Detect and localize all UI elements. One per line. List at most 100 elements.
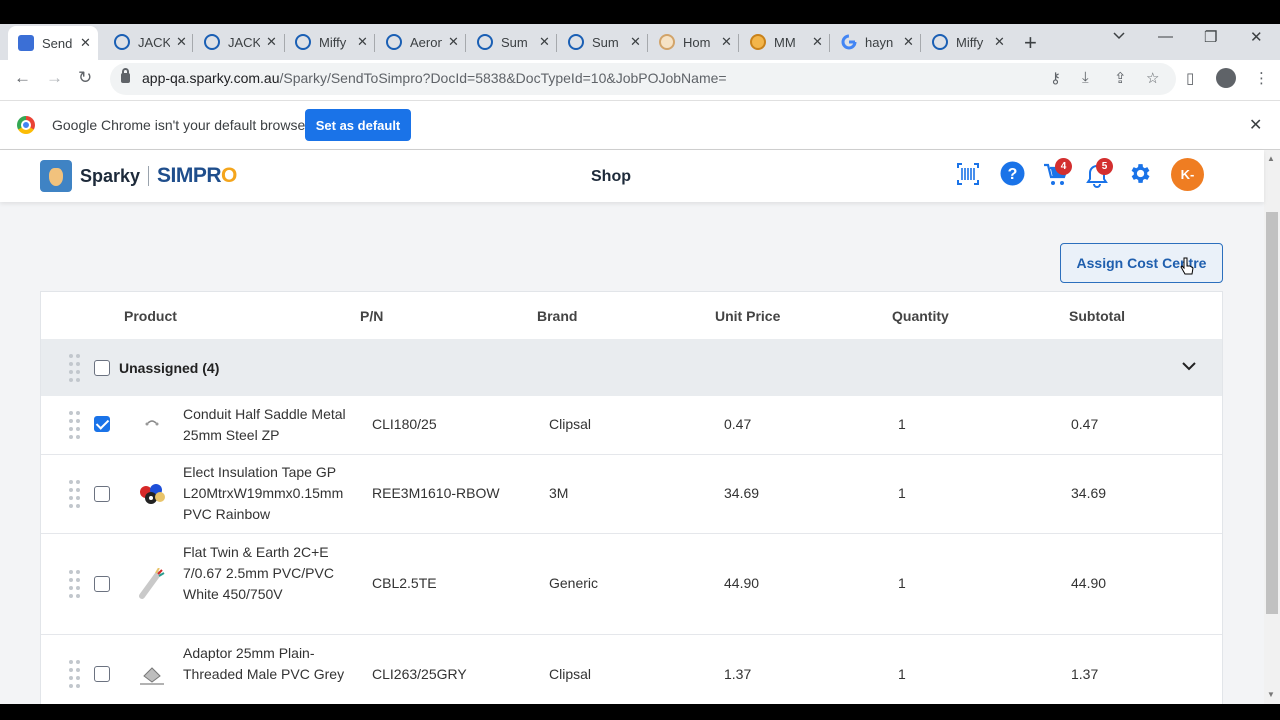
- tab-jack-2[interactable]: JACK ✕: [194, 28, 282, 56]
- forward-icon[interactable]: →: [46, 68, 63, 88]
- close-icon[interactable]: ✕: [266, 34, 277, 50]
- brand-simpro: SIMPRO: [157, 164, 237, 188]
- scroll-down-arrow-icon[interactable]: ▼: [1267, 690, 1275, 699]
- brand-simpro-o: O: [221, 164, 237, 187]
- side-panel-icon[interactable]: ▯: [1186, 69, 1194, 87]
- sparky-favicon-icon: [18, 35, 34, 51]
- column-header-pn[interactable]: P/N: [360, 308, 383, 324]
- column-header-quantity[interactable]: Quantity: [892, 308, 949, 324]
- tab-separator: [556, 34, 557, 52]
- product-name[interactable]: Flat Twin & Earth 2C+E 7/0.67 2.5mm PVC/…: [183, 542, 358, 605]
- back-icon[interactable]: ←: [14, 68, 31, 88]
- tab-sum-1[interactable]: Sum ✕: [467, 28, 555, 56]
- brand-sparky: Sparky: [80, 166, 141, 186]
- product-subtotal: 44.90: [1071, 575, 1107, 591]
- scroll-up-arrow-icon[interactable]: ▲: [1267, 154, 1275, 163]
- link-favicon-icon: [386, 34, 402, 50]
- group-checkbox[interactable]: [94, 360, 110, 376]
- url-text[interactable]: app-qa.sparky.com.au/Sparky/SendToSimpro…: [142, 70, 727, 86]
- product-image-adaptor-icon: [140, 667, 164, 685]
- product-image-saddle-icon: [145, 420, 159, 426]
- minimize-icon[interactable]: —: [1158, 28, 1173, 45]
- row-checkbox[interactable]: [94, 576, 110, 592]
- tab-aeron[interactable]: Aeron ✕: [376, 28, 464, 56]
- drag-handle-icon[interactable]: [69, 480, 81, 508]
- settings-gear-icon[interactable]: [1127, 161, 1152, 191]
- tab-sum-2[interactable]: Sum ✕: [558, 28, 646, 56]
- chevron-down-icon[interactable]: [1181, 358, 1197, 374]
- infobar-close-icon[interactable]: ✕: [1249, 115, 1262, 135]
- tab-separator: [374, 34, 375, 52]
- close-icon[interactable]: ✕: [357, 34, 368, 50]
- close-icon[interactable]: ✕: [539, 34, 550, 50]
- tab-mm[interactable]: MM ✕: [740, 28, 828, 56]
- tab-label: hayn: [865, 34, 894, 50]
- reload-icon[interactable]: ↻: [78, 68, 92, 88]
- bottom-bar: [0, 704, 1280, 720]
- tab-search-chevron-icon[interactable]: [1112, 28, 1126, 46]
- row-checkbox[interactable]: [94, 666, 110, 682]
- close-icon[interactable]: ✕: [630, 34, 641, 50]
- assign-cost-centre-button[interactable]: Assign Cost Centre: [1060, 243, 1223, 283]
- sparky-dog-logo-icon[interactable]: [40, 160, 72, 192]
- drag-handle-icon[interactable]: [69, 411, 81, 439]
- profile-icon[interactable]: [1216, 68, 1236, 88]
- close-icon[interactable]: ✕: [994, 34, 1005, 50]
- key-icon[interactable]: ⚷: [1050, 69, 1061, 87]
- link-favicon-icon: [295, 34, 311, 50]
- user-avatar[interactable]: K-: [1171, 158, 1204, 191]
- tab-home[interactable]: Hom ✕: [649, 28, 737, 56]
- help-icon[interactable]: ?: [1000, 161, 1025, 191]
- tab-separator: [829, 34, 830, 52]
- product-name[interactable]: Adaptor 25mm Plain-Threaded Male PVC Gre…: [183, 643, 358, 685]
- menu-kebab-icon[interactable]: ⋮: [1254, 69, 1269, 87]
- product-quantity[interactable]: 1: [898, 664, 906, 685]
- tab-jack-1[interactable]: JACK ✕: [104, 28, 192, 56]
- product-pn: CLI263/25GRY: [372, 666, 467, 682]
- tab-google[interactable]: hayn ✕: [831, 28, 919, 56]
- tab-label: MM: [774, 34, 796, 50]
- set-as-default-button[interactable]: Set as default: [305, 109, 411, 141]
- row-divider: [41, 533, 1222, 534]
- close-icon[interactable]: ✕: [812, 34, 823, 50]
- bookmark-star-icon[interactable]: ☆: [1146, 69, 1159, 87]
- install-icon[interactable]: ⤓: [1082, 69, 1089, 86]
- tab-label: Sum: [501, 34, 528, 50]
- close-icon[interactable]: ✕: [721, 34, 732, 50]
- product-quantity[interactable]: 1: [898, 573, 906, 594]
- close-icon[interactable]: ✕: [903, 34, 914, 50]
- product-name[interactable]: Elect Insulation Tape GP L20MtrxW19mmx0.…: [183, 462, 358, 525]
- close-icon[interactable]: ✕: [176, 34, 187, 50]
- tab-miffy-1[interactable]: Miffy ✕: [285, 28, 373, 56]
- tab-label: JACK: [228, 34, 260, 50]
- drag-handle-icon[interactable]: [69, 570, 81, 598]
- close-icon[interactable]: ✕: [448, 34, 459, 50]
- product-quantity[interactable]: 1: [898, 483, 906, 504]
- tab-label: Sum: [592, 34, 619, 50]
- row-checkbox[interactable]: [94, 416, 110, 432]
- share-icon[interactable]: ⇪: [1114, 69, 1127, 87]
- hand-cursor-icon: [1180, 257, 1194, 275]
- lock-icon[interactable]: [121, 68, 130, 83]
- restore-icon[interactable]: ❐: [1204, 28, 1217, 46]
- column-header-product[interactable]: Product: [124, 308, 177, 324]
- window-close-icon[interactable]: ✕: [1250, 28, 1263, 46]
- product-pn: CLI180/25: [372, 416, 437, 432]
- product-name[interactable]: Conduit Half Saddle Metal 25mm Steel ZP: [183, 404, 358, 446]
- barcode-icon[interactable]: [956, 162, 980, 191]
- scrollbar-thumb[interactable]: [1266, 212, 1278, 614]
- drag-handle-icon[interactable]: [69, 354, 81, 382]
- link-favicon-icon: [204, 34, 220, 50]
- column-header-unit-price[interactable]: Unit Price: [715, 308, 780, 324]
- column-header-brand[interactable]: Brand: [537, 308, 577, 324]
- tab-separator: [920, 34, 921, 52]
- drag-handle-icon[interactable]: [69, 660, 81, 688]
- group-label: Unassigned (4): [119, 360, 220, 376]
- close-icon[interactable]: ✕: [80, 35, 91, 51]
- tab-miffy-2[interactable]: Miffy ✕: [922, 28, 1010, 56]
- column-header-subtotal[interactable]: Subtotal: [1069, 308, 1125, 324]
- row-checkbox[interactable]: [94, 486, 110, 502]
- tab-send[interactable]: Send ✕: [8, 26, 98, 60]
- new-tab-icon[interactable]: +: [1024, 30, 1037, 56]
- product-quantity[interactable]: 1: [898, 414, 906, 435]
